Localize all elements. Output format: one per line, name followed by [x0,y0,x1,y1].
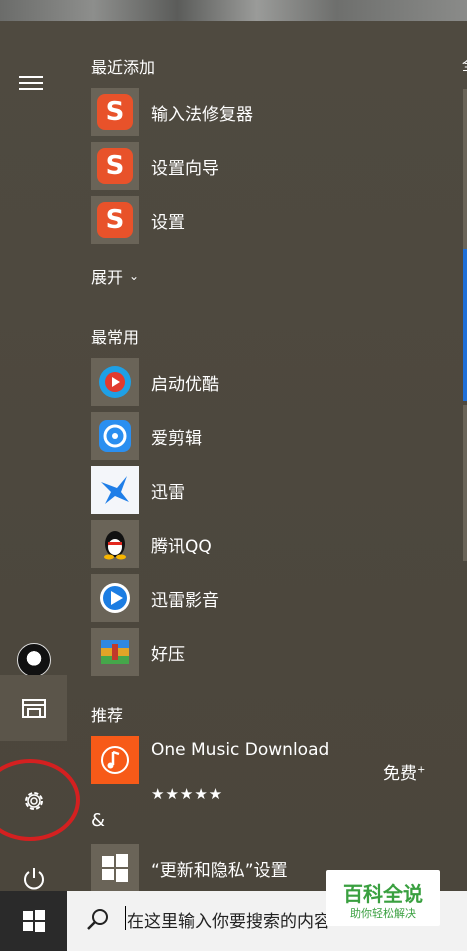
youku-icon [91,358,139,406]
app-qq[interactable]: 腾讯QQ [91,520,421,568]
price-mark: + [417,764,426,776]
price-label: 免费+ [383,759,425,784]
section-most-used: 最常用 [91,328,140,347]
app-setup-wizard[interactable]: S 设置向导 [91,142,421,190]
annotation-red-circle [0,759,80,841]
app-label: 好压 [151,644,185,665]
section-recently-added: 最近添加 [91,58,156,77]
expand-label: 展开 [91,268,124,287]
app-haozip[interactable]: 好压 [91,628,421,676]
hamburger-menu-button[interactable] [0,56,67,110]
app-label: 迅雷影音 [151,590,219,611]
tile-header-partial: 全 [462,55,467,75]
sogou-s-icon: S [91,142,139,190]
file-explorer-button[interactable] [0,675,67,741]
start-button[interactable] [0,891,67,951]
app-label: 启动优酷 [151,374,219,395]
music-note-icon [91,736,139,784]
haozip-icon [91,628,139,676]
rating-stars: ★★★★★ [151,785,224,803]
desktop-wallpaper-strip [0,0,467,21]
aijianji-icon [91,412,139,460]
app-settings-sogou[interactable]: S 设置 [91,196,421,244]
xunlei-bird-icon [91,466,139,514]
text-caret [125,906,126,930]
xunlei-player-icon [91,574,139,622]
app-label: 迅雷 [151,482,185,503]
power-icon [23,868,44,890]
watermark-subtitle: 助你轻松解决 [350,907,416,920]
app-input-repair[interactable]: S 输入法修复器 [91,88,421,136]
watermark-title: 百科全说 [343,882,423,906]
price-text: 免费 [383,764,417,784]
sogou-s-icon: S [91,88,139,136]
app-label: 设置向导 [151,158,219,179]
app-xunlei-player[interactable]: 迅雷影音 [91,574,421,622]
windows-logo-icon [22,910,45,932]
app-label: 腾讯QQ [151,536,212,557]
watermark-logo: 百科全说 助你轻松解决 [326,870,440,926]
qq-penguin-icon [91,520,139,568]
search-icon [87,909,108,930]
section-suggested: 推荐 [91,706,124,725]
sogou-s-icon: S [91,196,139,244]
expand-button[interactable]: 展开 ⌄ [91,264,139,288]
live-tile-edge-blue[interactable] [463,249,467,401]
app-label: “更新和隐私”设置 [151,860,288,881]
live-tile-edge[interactable] [463,405,467,561]
app-label: One Music Download [151,740,330,760]
app-youku[interactable]: 启动优酷 [91,358,421,406]
app-label: 设置 [151,212,185,233]
search-input[interactable]: 在这里输入你要搜索的内容 [127,907,331,932]
settings-button[interactable] [0,751,80,851]
section-symbol: & [91,810,106,831]
app-label: 输入法修复器 [151,104,253,125]
app-aijianji[interactable]: 爱剪辑 [91,412,421,460]
start-menu: 最近添加 S 输入法修复器 S 设置向导 S 设置 展开 ⌄ 最常用 启动优酷 … [0,21,467,892]
windows-logo-icon [91,844,139,892]
app-label: 爱剪辑 [151,428,202,449]
avatar [16,643,51,677]
live-tile-edge[interactable] [463,89,467,249]
chevron-down-icon: ⌄ [129,269,140,283]
file-explorer-icon [21,699,46,718]
app-xunlei[interactable]: 迅雷 [91,466,421,514]
